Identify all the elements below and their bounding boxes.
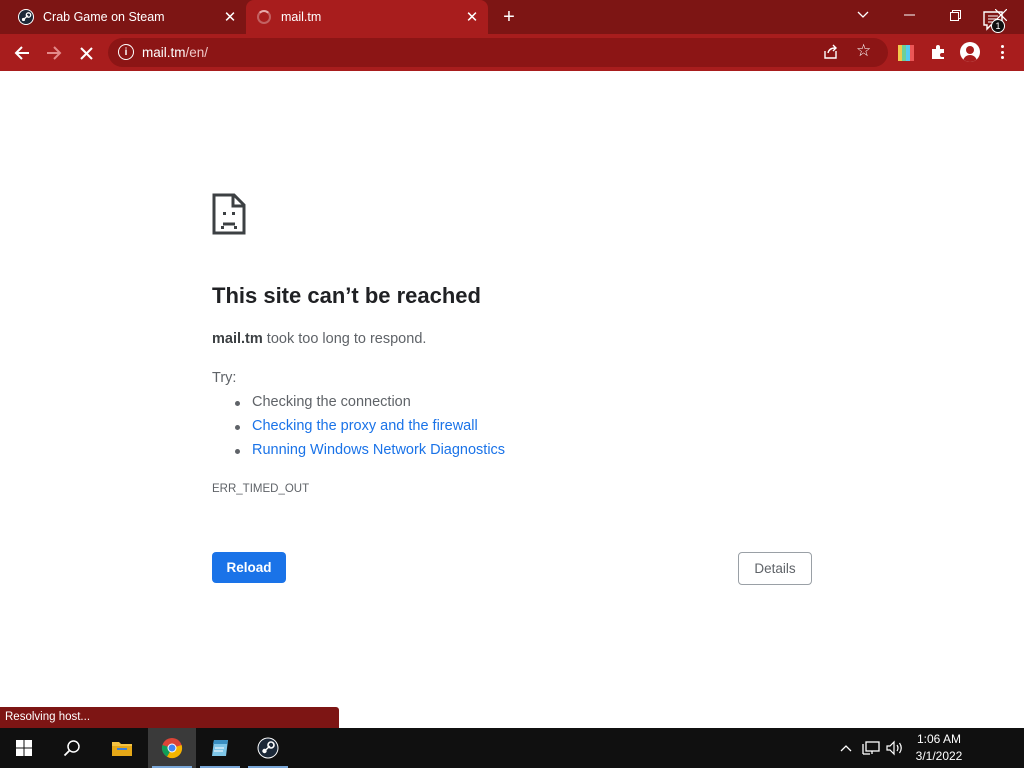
volume-icon[interactable] [884,728,906,768]
try-label: Try: [212,370,237,386]
search-icon [63,740,80,757]
taskbar-chrome[interactable] [148,728,196,768]
status-bubble: Resolving host... [0,707,339,728]
taskbar-notepad[interactable] [196,728,244,768]
close-icon [79,46,93,60]
restore-icon [949,9,961,21]
taskbar-file-explorer[interactable] [98,728,146,768]
notification-count-badge: 1 [991,19,1005,33]
clock-time: 1:06 AM [916,732,962,746]
steam-icon [257,737,279,759]
file-explorer-icon [112,742,132,756]
more-menu-icon[interactable] [996,43,1008,61]
start-icon [16,740,32,756]
url-path: /en/ [185,45,209,60]
error-page: This site can’t be reached mail.tm took … [0,71,1024,728]
restore-button[interactable] [932,0,978,30]
network-icon[interactable] [860,728,882,768]
tab-strip: Crab Game on Steam ✕ mail.tm ✕ + [0,0,1024,34]
taskbar-steam[interactable] [244,728,292,768]
info-icon[interactable]: i [118,44,134,60]
reload-button[interactable]: Reload [212,552,286,583]
tab-crab-game[interactable]: Crab Game on Steam ✕ [8,0,246,34]
error-description: mail.tm took too long to respond. [212,331,426,347]
minimize-button[interactable] [886,0,932,30]
url-text[interactable]: mail.tm/en/ [142,45,208,60]
browser-toolbar: i mail.tm/en/ ☆ [0,34,1024,71]
minimize-icon [903,14,915,16]
error-host: mail.tm [212,331,263,347]
chevron-down-icon [857,11,869,18]
chrome-icon [161,738,183,759]
close-tab-icon[interactable]: ✕ [220,7,240,27]
sad-document-icon [212,193,246,235]
tab-title: mail.tm [281,10,322,24]
back-button[interactable] [8,39,36,67]
url-host: mail.tm [142,45,186,60]
suggestion-check-proxy-link[interactable]: Checking the proxy and the firewall [234,417,505,441]
share-icon[interactable] [822,43,842,63]
extension-color-icon[interactable] [898,45,914,61]
loading-spinner-icon [256,9,272,25]
bookmark-star-icon[interactable]: ☆ [856,41,871,61]
steam-icon [18,9,34,25]
error-description-text: took too long to respond. [262,331,427,347]
error-title: This site can’t be reached [212,283,481,308]
taskbar-search-button[interactable] [48,728,96,768]
tray-overflow-chevron-icon[interactable] [836,728,856,768]
taskbar-clock[interactable]: 1:06 AM 3/1/2022 [908,731,970,765]
notepad-icon [212,740,228,756]
clock-date: 3/1/2022 [915,749,963,763]
tab-search-button[interactable] [840,0,886,30]
profile-avatar-icon[interactable] [960,42,980,62]
suggestion-list: Checking the connection Checking the pro… [234,393,505,465]
suggestion-check-connection: Checking the connection [234,393,505,417]
error-code: ERR_TIMED_OUT [212,483,310,495]
details-button[interactable]: Details [738,552,812,585]
arrow-left-icon [14,46,29,60]
start-button[interactable] [0,728,48,768]
stop-loading-button[interactable] [72,39,100,67]
tab-mail-tm[interactable]: mail.tm ✕ [246,0,488,34]
windows-taskbar: 1:06 AM 3/1/2022 [0,728,1024,768]
suggestion-network-diagnostics-link[interactable]: Running Windows Network Diagnostics [234,441,505,465]
arrow-right-icon [47,46,62,60]
forward-button[interactable] [40,39,68,67]
close-tab-icon[interactable]: ✕ [462,7,482,27]
tab-title: Crab Game on Steam [43,10,165,24]
screen: Crab Game on Steam ✕ mail.tm ✕ + i mail.… [0,0,1024,768]
extensions-puzzle-icon[interactable] [929,43,947,61]
address-bar[interactable]: i mail.tm/en/ ☆ [108,38,888,67]
new-tab-button[interactable]: + [498,6,520,28]
